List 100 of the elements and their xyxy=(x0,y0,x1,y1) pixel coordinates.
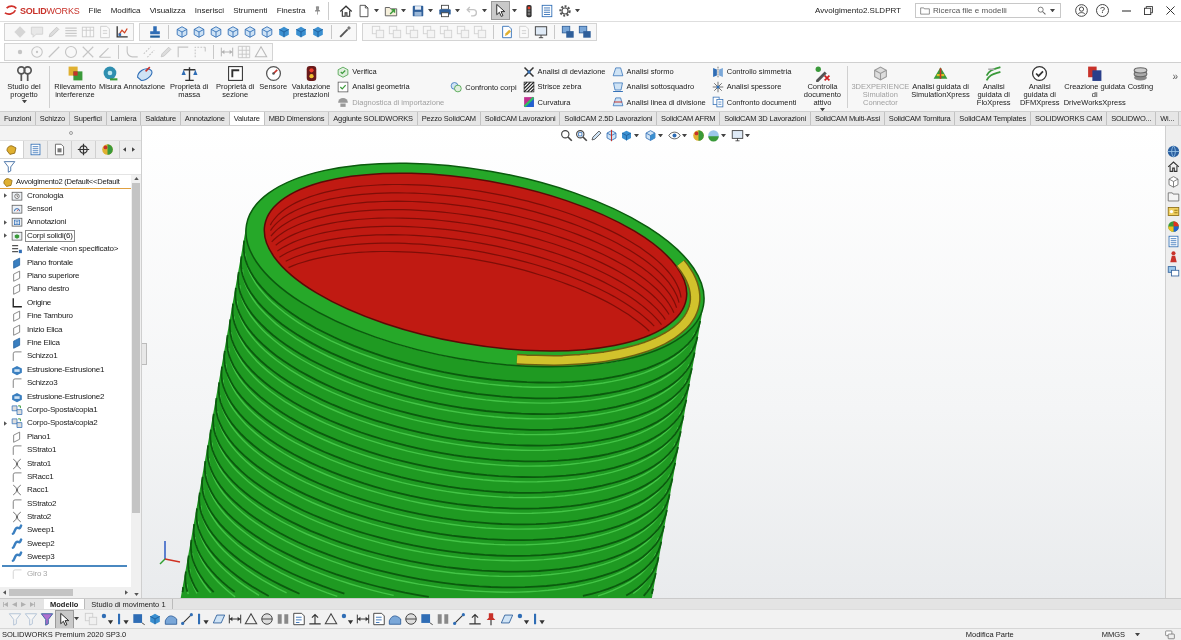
tree-item[interactable]: SStrato2 xyxy=(25,497,59,510)
tree-item[interactable]: Piano destro xyxy=(25,283,71,296)
segment-icon[interactable] xyxy=(452,612,466,626)
shaded-cube-icon[interactable] xyxy=(644,129,657,142)
caret-icon[interactable] xyxy=(745,133,750,138)
vertical-scrollbar[interactable] xyxy=(131,175,141,598)
search-icon[interactable] xyxy=(1037,6,1046,15)
search-field[interactable]: Ricerca file e modelli xyxy=(915,3,1061,18)
tree-item[interactable]: Strato1 xyxy=(25,457,54,470)
tree-item[interactable]: Racc1 xyxy=(25,484,51,497)
document-list-icon[interactable] xyxy=(1167,235,1180,248)
split-circle-icon[interactable] xyxy=(260,612,274,626)
tree-item[interactable]: Sweep2 xyxy=(25,537,57,550)
expand-arrow-icon[interactable] xyxy=(4,193,7,199)
pushpin-icon[interactable] xyxy=(484,612,498,626)
edge-arrow-icon[interactable] xyxy=(532,612,546,626)
wireframe-cube-icon[interactable] xyxy=(243,25,257,39)
cube-icon[interactable] xyxy=(294,25,308,39)
tree-item[interactable]: Inizio Elica xyxy=(25,323,65,336)
caret-icon[interactable] xyxy=(21,99,27,103)
dimension-icon[interactable] xyxy=(356,612,370,626)
monitor-icon[interactable] xyxy=(534,25,548,39)
caret-icon[interactable] xyxy=(74,617,79,621)
wireframe-cube-icon[interactable] xyxy=(260,25,274,39)
menu-item[interactable]: Strumenti xyxy=(228,6,273,15)
up-triangle-icon[interactable] xyxy=(133,177,139,180)
edge-arrow-icon[interactable] xyxy=(116,612,130,626)
menu-item[interactable]: Finestra xyxy=(272,6,311,15)
tree-item[interactable]: Fine Elica xyxy=(25,337,62,349)
document-pencil-icon[interactable] xyxy=(500,25,514,39)
folder-icon[interactable] xyxy=(1167,190,1180,203)
gear-icon[interactable] xyxy=(558,3,573,18)
tree-item[interactable]: Fine Tamburo xyxy=(25,310,75,323)
funnel-icon[interactable] xyxy=(40,612,54,626)
triangle-icon[interactable] xyxy=(324,612,338,626)
expand-arrow-icon[interactable] xyxy=(4,420,7,426)
tree-item[interactable]: Origine xyxy=(25,296,54,309)
stamp-icon[interactable] xyxy=(148,25,162,39)
wand-icon[interactable] xyxy=(338,25,352,39)
tree-item[interactable]: Schizzo3 xyxy=(25,377,60,390)
tree-item[interactable]: Schizzo1 xyxy=(25,350,60,363)
tree-item[interactable]: Cronologia xyxy=(25,189,66,202)
tree-item[interactable]: Corpo-Sposta/copia1 xyxy=(25,403,100,416)
surface-icon[interactable] xyxy=(388,612,402,626)
caret-icon[interactable] xyxy=(428,8,434,13)
landscape-ball-icon[interactable] xyxy=(707,129,720,142)
cube-icon[interactable] xyxy=(620,129,633,142)
face-square-icon[interactable] xyxy=(132,612,146,626)
rollback-bar[interactable] xyxy=(2,564,127,567)
box-icon[interactable] xyxy=(1167,175,1180,188)
caret-icon[interactable] xyxy=(1135,632,1140,637)
split-circle-icon[interactable] xyxy=(404,612,418,626)
stacked-windows-icon[interactable] xyxy=(561,25,575,39)
expand-arrow-icon[interactable] xyxy=(4,219,7,225)
document-list-icon[interactable] xyxy=(540,3,555,18)
more-button[interactable]: » xyxy=(1170,63,1180,82)
tree-item[interactable]: SStrato1 xyxy=(25,444,59,457)
tree-item[interactable]: Corpo-Sposta/copia2 xyxy=(25,417,100,430)
home-icon[interactable] xyxy=(339,3,354,18)
caret-icon[interactable] xyxy=(658,133,663,138)
pin-icon[interactable] xyxy=(314,6,322,15)
left-triangle-icon[interactable] xyxy=(3,590,6,595)
chart-axes-icon[interactable] xyxy=(115,25,129,39)
tree-item[interactable]: Piano superiore xyxy=(25,270,82,283)
chat-bubbles-icon[interactable] xyxy=(1165,629,1175,640)
tree-item[interactable]: Strato2 xyxy=(25,511,54,524)
section-cube-icon[interactable] xyxy=(605,129,618,142)
stacked-windows-icon[interactable] xyxy=(578,25,592,39)
tree-item[interactable]: Annotazioni xyxy=(25,216,69,229)
tree-item[interactable]: Sensori xyxy=(25,203,55,216)
document-icon[interactable] xyxy=(357,3,372,18)
printer-icon[interactable] xyxy=(438,3,453,18)
plane-icon[interactable] xyxy=(212,612,226,626)
zoom-box-icon[interactable] xyxy=(575,129,588,142)
menu-item[interactable]: Modifica xyxy=(106,6,146,15)
globe-icon[interactable] xyxy=(1167,145,1180,158)
cube-icon[interactable] xyxy=(277,25,291,39)
tree-item[interactable]: Estrusione-Estrusione2 xyxy=(25,390,107,403)
color-wheel-icon[interactable] xyxy=(1167,220,1180,233)
surface-icon[interactable] xyxy=(164,612,178,626)
edge-arrow-icon[interactable] xyxy=(196,612,210,626)
color-ball-icon[interactable] xyxy=(692,129,705,142)
point-arrow-icon[interactable] xyxy=(340,612,354,626)
two-bars-icon[interactable] xyxy=(276,612,290,626)
figure-icon[interactable] xyxy=(1167,250,1180,263)
dimension-icon[interactable] xyxy=(228,612,242,626)
home-icon[interactable] xyxy=(1167,160,1180,173)
note-icon[interactable] xyxy=(292,612,306,626)
tree-item[interactable]: Sweep3 xyxy=(25,551,57,564)
cube-icon[interactable] xyxy=(148,612,162,626)
down-triangle-icon[interactable] xyxy=(133,593,139,596)
wireframe-cube-icon[interactable] xyxy=(175,25,189,39)
magnifier-icon[interactable] xyxy=(560,129,573,142)
arrow-up-icon[interactable] xyxy=(308,612,322,626)
face-square-icon[interactable] xyxy=(420,612,434,626)
eye-icon[interactable] xyxy=(668,129,681,142)
tree-item[interactable]: Materiale <non specificato> xyxy=(25,243,121,256)
arrow-up-icon[interactable] xyxy=(468,612,482,626)
tree-item[interactable]: Corpi solidi(6) xyxy=(25,229,75,242)
collapse-handle[interactable] xyxy=(142,343,147,365)
